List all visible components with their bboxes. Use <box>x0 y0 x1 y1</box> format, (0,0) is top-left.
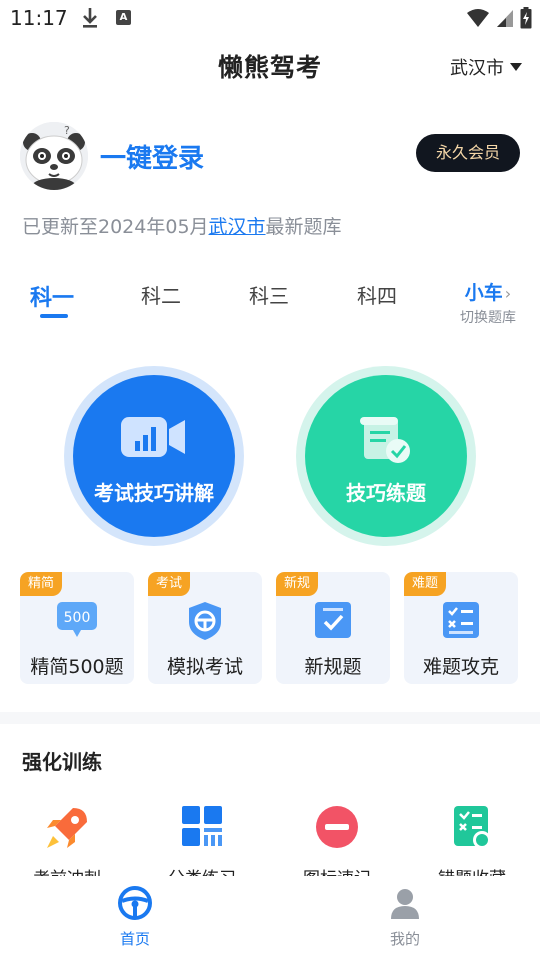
rocket-icon <box>47 808 87 848</box>
city-label: 武汉市 <box>450 58 504 79</box>
bubble-500-icon: 500 <box>57 602 97 637</box>
steering-shield-icon <box>189 602 221 640</box>
panda-avatar-icon: ? <box>20 122 88 190</box>
tips-practice-circle: 技巧练题 <box>305 375 467 537</box>
tips-practice-button[interactable]: 技巧练题 <box>296 366 476 546</box>
mock-exam-label: 模拟考试 <box>166 656 243 678</box>
switch-question-bank[interactable]: 小车 › 切换题库 <box>454 278 522 327</box>
status-time: 11:17 <box>10 6 68 30</box>
exam-tips-circle: 考试技巧讲解 <box>73 375 235 537</box>
exam-tips-label: 考试技巧讲解 <box>94 481 214 505</box>
avatar[interactable]: ? <box>20 122 88 190</box>
active-tab-indicator <box>40 314 68 318</box>
nav-mine[interactable]: 我的 <box>365 886 445 949</box>
vip-button[interactable]: 永久会员 <box>416 134 520 172</box>
one-click-login[interactable]: 一键登录 <box>100 138 204 175</box>
quick-card-hard-questions[interactable]: 难题 难题攻克 <box>404 572 518 684</box>
section-divider <box>0 712 540 724</box>
quick-card-new-rules[interactable]: 新规 新规题 <box>276 572 390 684</box>
bottom-nav: 首页 我的 <box>0 876 540 960</box>
list-check-icon <box>443 602 479 638</box>
tips-practice-label: 技巧练题 <box>346 481 426 505</box>
battery-icon <box>520 7 532 29</box>
switch-bank-label: 切换题库 <box>460 310 516 326</box>
signal-icon <box>497 10 513 27</box>
no-entry-icon <box>316 806 358 848</box>
badge-new-rules: 新规 <box>276 572 319 596</box>
simplified-500-label: 精简500题 <box>30 656 124 678</box>
wifi-icon <box>467 9 489 27</box>
tab-subject-2[interactable]: 科二 <box>141 280 181 309</box>
steering-wheel-icon <box>118 886 152 920</box>
status-indicators <box>466 6 532 30</box>
update-city-link[interactable]: 武汉市 <box>209 216 266 238</box>
update-info: 已更新至2024年05月武汉市最新题库 <box>22 212 342 239</box>
nav-mine-label: 我的 <box>389 930 420 948</box>
new-rules-label: 新规题 <box>304 656 362 678</box>
nav-home[interactable]: 首页 <box>95 886 175 949</box>
person-icon <box>391 889 419 919</box>
update-prefix: 已更新至2024年05月 <box>22 216 209 238</box>
tab-subject-1[interactable]: 科一 <box>30 280 74 312</box>
quick-card-mock-exam[interactable]: 考试 模拟考试 <box>148 572 262 684</box>
city-selector[interactable]: 武汉市 <box>450 54 522 80</box>
chevron-right-icon: › <box>504 284 512 303</box>
tab-subject-4[interactable]: 科四 <box>357 280 397 309</box>
update-suffix: 最新题库 <box>265 216 342 238</box>
exam-tips-button[interactable]: 考试技巧讲解 <box>64 366 244 546</box>
download-icon <box>83 8 97 28</box>
sprint-label: 考前冲刺 <box>12 864 122 876</box>
category-label: 分类练习 <box>147 864 257 876</box>
svg-text:500: 500 <box>64 610 91 626</box>
signs-label: 图标速记 <box>282 864 392 876</box>
section-title-training: 强化训练 <box>22 750 102 774</box>
quick-card-simplified-500[interactable]: 精简 500 精简500题 <box>20 572 134 684</box>
grid-icon <box>182 806 222 846</box>
scroll-check-icon <box>360 417 410 463</box>
badge-hard: 难题 <box>404 572 447 596</box>
caret-down-icon <box>510 63 522 71</box>
video-icon <box>121 417 185 457</box>
checkbox-icon <box>315 602 351 638</box>
tab-subject-3[interactable]: 科三 <box>249 280 289 309</box>
text-notification-icon: A <box>116 10 131 25</box>
wrong-list-icon <box>454 806 491 849</box>
wrong-favorites-label: 错题收藏 <box>417 864 527 876</box>
badge-exam: 考试 <box>148 572 191 596</box>
hard-questions-label: 难题攻克 <box>422 656 499 678</box>
car-type-label: 小车 <box>464 282 503 304</box>
svg-text:?: ? <box>64 124 70 137</box>
nav-home-label: 首页 <box>119 930 150 948</box>
badge-simplified: 精简 <box>20 572 63 596</box>
status-bar: 11:17 A <box>0 0 540 36</box>
